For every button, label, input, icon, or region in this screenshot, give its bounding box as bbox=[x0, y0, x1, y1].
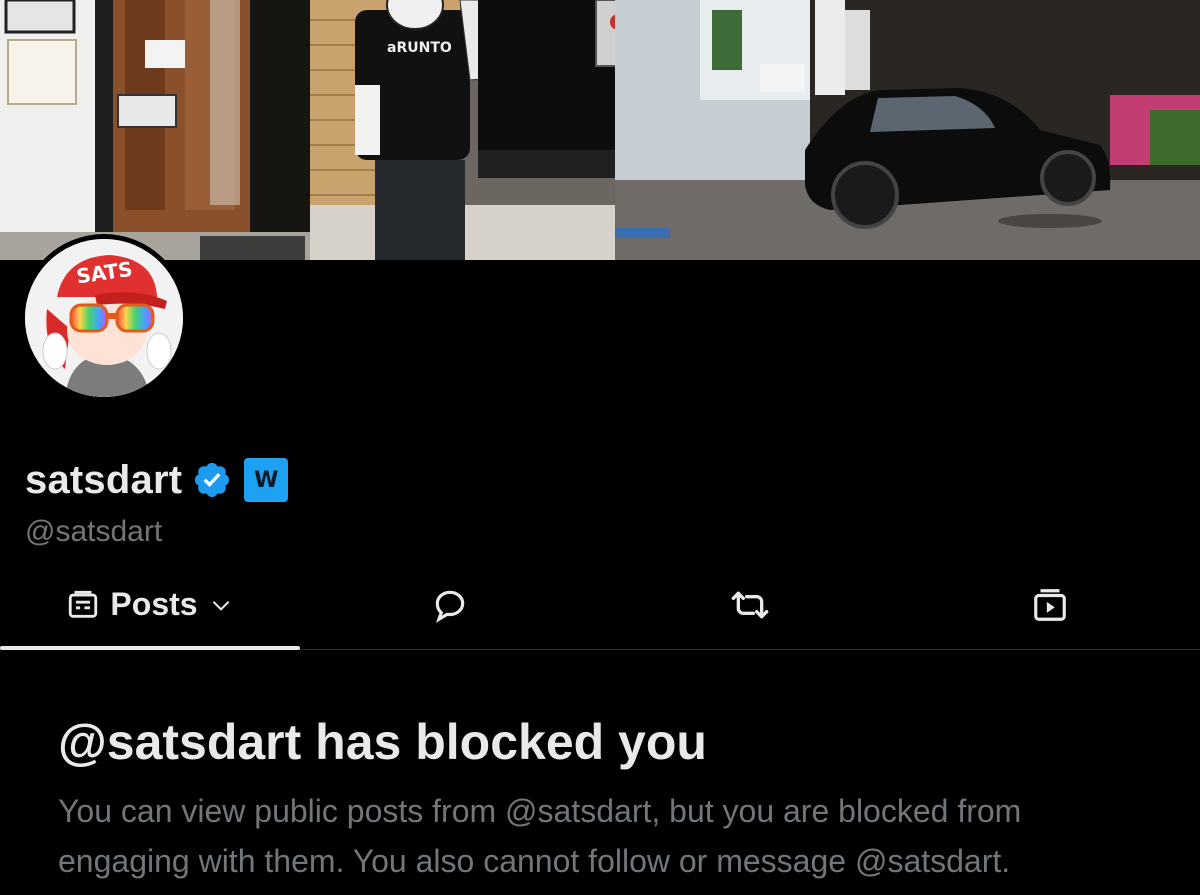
profile-tabs: Posts bbox=[0, 560, 1200, 650]
affiliate-badge-text: W bbox=[254, 467, 279, 493]
avatar-frame[interactable]: SATS bbox=[20, 234, 188, 402]
tab-reposts[interactable] bbox=[600, 560, 900, 649]
tab-posts[interactable]: Posts bbox=[0, 560, 300, 650]
blocked-message: You can view public posts from @satsdart… bbox=[58, 793, 1022, 879]
media-icon bbox=[1031, 586, 1069, 624]
shirt-text: aRUNTO bbox=[387, 40, 452, 56]
profile-banner[interactable]: aRUNTO bbox=[0, 0, 1200, 260]
profile-handle: @satsdart bbox=[25, 515, 163, 548]
affiliate-badge-icon[interactable]: W bbox=[244, 458, 289, 502]
repost-icon bbox=[730, 585, 770, 625]
blocked-title: @satsdart has blocked you bbox=[58, 714, 707, 770]
blocked-notice: @satsdart has blocked you You can view p… bbox=[58, 712, 1158, 886]
posts-icon bbox=[66, 588, 100, 622]
banner-image: aRUNTO bbox=[0, 0, 1200, 260]
reply-icon bbox=[431, 586, 469, 624]
chevron-down-icon bbox=[208, 592, 234, 618]
profile-name-row: satsdart W bbox=[25, 455, 289, 505]
tab-replies[interactable] bbox=[300, 560, 600, 649]
avatar[interactable]: SATS bbox=[25, 239, 183, 397]
verified-badge-icon[interactable] bbox=[192, 460, 232, 500]
avatar-image: SATS bbox=[25, 239, 183, 397]
tab-posts-label: Posts bbox=[110, 586, 198, 622]
display-name: satsdart bbox=[25, 457, 183, 502]
tab-media[interactable] bbox=[900, 560, 1200, 649]
